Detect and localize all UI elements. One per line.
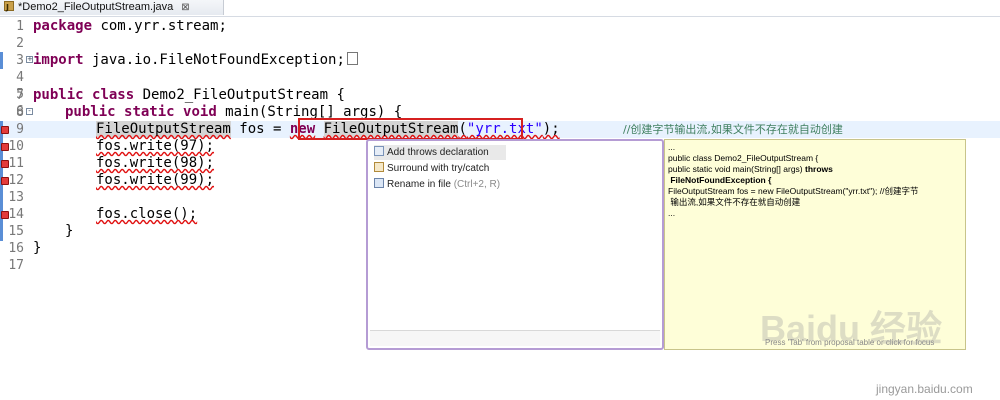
line-number: 17 [8, 258, 24, 273]
line-number: 9 [16, 122, 24, 137]
preview-line: public class Demo2_FileOutputStream { [668, 153, 819, 163]
tab-title: *Demo2_FileOutputStream.java [18, 1, 174, 13]
preview-line: 输出流,如果文件不存在就自动创建 [668, 197, 801, 207]
change-bar [0, 52, 3, 69]
line-number: 15 [8, 224, 24, 239]
code-line[interactable]: fos.write(97); [96, 138, 214, 155]
surround-icon [374, 162, 384, 172]
line-number: 14 [8, 207, 24, 222]
collapsed-imports-icon[interactable] [346, 52, 358, 65]
close-tab-icon[interactable]: ⊠ [181, 0, 189, 15]
code-line[interactable]: import java.io.FileNotFoundException; [33, 52, 358, 69]
watermark-site: jingyan.baidu.com [876, 382, 973, 396]
highlight-box [298, 118, 523, 140]
code-line[interactable]: fos.write(98); [96, 155, 214, 172]
preview-line: FileNotFoundException { [668, 175, 772, 185]
error-marker-icon[interactable] [1, 177, 9, 185]
line-number: 2 [16, 36, 24, 51]
watermark-logo: Baidu 经验 [760, 308, 943, 349]
preview-line: public static void main(String[] args) t… [668, 164, 833, 174]
fold-collapse-icon[interactable]: - [26, 108, 33, 115]
throws-icon [374, 146, 384, 156]
line-number: 16 [8, 241, 24, 256]
preview-line: ... [668, 142, 676, 152]
error-marker-icon[interactable] [1, 143, 9, 151]
editor-tab-bar: J *Demo2_FileOutputStream.java ⊠ [0, 0, 1000, 17]
quick-fix-popup: Add throws declaration Surround with try… [366, 139, 664, 350]
preview-line: ... [668, 208, 676, 218]
code-line[interactable]: public class Demo2_FileOutputStream { [33, 87, 345, 104]
line-number: 13 [8, 190, 24, 205]
code-line[interactable]: package com.yrr.stream; [33, 18, 227, 35]
error-marker-icon[interactable] [1, 211, 9, 219]
line-number: 1 [16, 19, 24, 34]
preview-line: FileOutputStream fos = new FileOutputStr… [668, 186, 919, 196]
line-number: 4 [16, 70, 24, 85]
editor-tab[interactable]: J *Demo2_FileOutputStream.java ⊠ [0, 0, 224, 15]
quick-fix-surround-try-catch[interactable]: Surround with try/catch [374, 161, 574, 176]
line-number: 10 [8, 139, 24, 154]
fold-expand-icon[interactable]: + [26, 56, 33, 63]
line-number: 7 [16, 88, 24, 103]
error-marker-icon[interactable] [1, 160, 9, 168]
line-number: 8 [16, 105, 24, 120]
quick-fix-add-throws[interactable]: Add throws declaration [374, 145, 506, 160]
rename-icon [374, 178, 384, 188]
code-line[interactable]: fos.close(); [96, 206, 197, 223]
error-marker-icon[interactable] [1, 126, 9, 134]
quick-fix-status-bar [370, 330, 660, 346]
code-line[interactable]: } [33, 240, 41, 257]
quick-fix-rename-in-file[interactable]: Rename in file (Ctrl+2, R) [374, 177, 574, 192]
code-line[interactable]: } [65, 223, 73, 240]
code-comment: //创建字节输出流,如果文件不存在就自动创建 [623, 123, 843, 136]
line-number: 12 [8, 173, 24, 188]
line-number: 3 [16, 53, 24, 68]
java-file-icon: J [4, 1, 14, 12]
line-number: 11 [8, 156, 24, 171]
code-line[interactable]: fos.write(99); [96, 172, 214, 189]
